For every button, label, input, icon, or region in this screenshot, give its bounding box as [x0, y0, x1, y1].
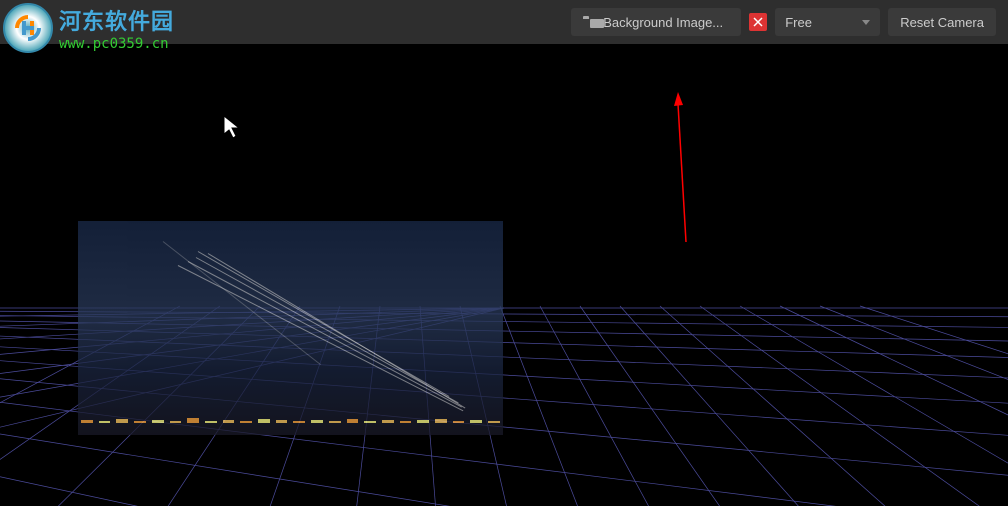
- watermark-logo-icon: [3, 3, 53, 53]
- camera-mode-value: Free: [785, 15, 812, 30]
- 3d-viewport[interactable]: [0, 44, 1008, 506]
- background-image-label: Background Image...: [603, 15, 723, 30]
- mouse-cursor: [222, 114, 242, 140]
- reset-camera-button[interactable]: Reset Camera: [888, 8, 996, 36]
- folder-icon: [583, 16, 597, 28]
- annotation-arrow: [674, 92, 704, 242]
- chevron-down-icon: [862, 20, 870, 25]
- reset-camera-label: Reset Camera: [900, 15, 984, 30]
- camera-mode-dropdown[interactable]: Free: [775, 8, 880, 36]
- close-icon: [753, 17, 763, 27]
- watermark-title: 河东软件园: [59, 4, 174, 36]
- clear-background-button[interactable]: [749, 13, 767, 31]
- watermark-url: www.pc0359.cn: [59, 36, 174, 52]
- city-lights: [78, 395, 503, 423]
- background-image-plane: [78, 221, 503, 435]
- watermark: 河东软件园 www.pc0359.cn: [3, 3, 174, 53]
- background-image-button[interactable]: Background Image...: [571, 8, 741, 36]
